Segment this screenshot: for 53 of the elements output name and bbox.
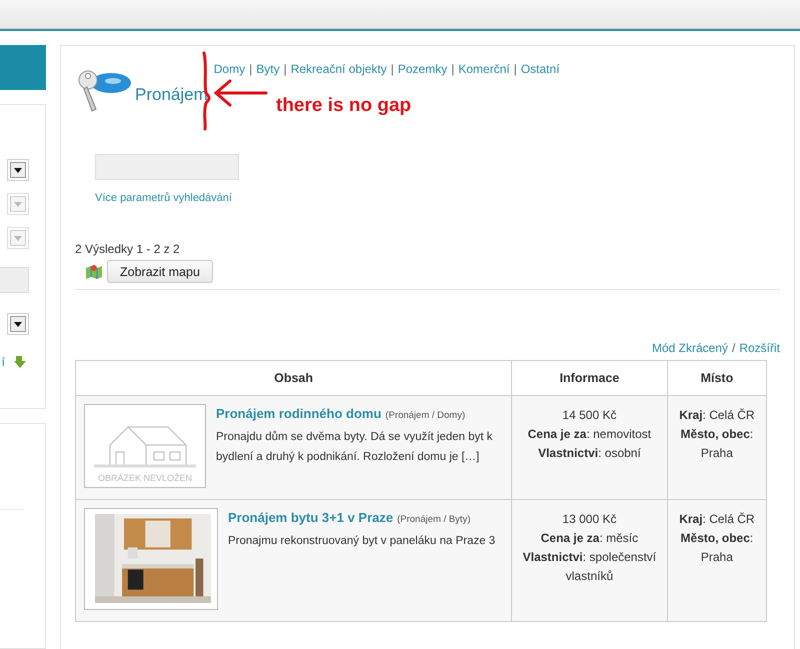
column-header: Informace xyxy=(512,360,668,396)
location-text: Kraj: Celá ČR xyxy=(678,407,756,424)
map-icon xyxy=(85,264,103,280)
input-field[interactable] xyxy=(0,267,29,293)
search-field[interactable] xyxy=(95,154,239,180)
separator: | xyxy=(450,62,456,76)
category-link[interactable]: Domy xyxy=(214,62,246,76)
dropdown[interactable] xyxy=(7,313,29,335)
separator: | xyxy=(512,62,518,76)
sidebar-header xyxy=(0,45,46,90)
location-text: Praha xyxy=(700,445,734,462)
category-link[interactable]: Pozemky xyxy=(398,62,448,76)
caret-icon xyxy=(14,322,22,326)
listing-category: (Pronájem / Domy) xyxy=(385,410,466,421)
info-text: Cena je za: nemovitost xyxy=(526,426,652,443)
category-link[interactable]: Byty xyxy=(256,62,280,76)
column-header: Obsah xyxy=(76,360,512,396)
info-text: Vlastnictvi: společenství vlastníků xyxy=(522,549,658,585)
listing-title-link[interactable]: Pronájem rodinného domu xyxy=(216,406,382,421)
caret-icon xyxy=(14,168,22,172)
location-text: Město, obec: xyxy=(680,426,754,443)
more-parameters-link[interactable]: Více parametrů vyhledávání xyxy=(95,192,232,204)
location-text: Město, obec: xyxy=(680,530,754,547)
section-title: Pronájem xyxy=(135,85,208,105)
caret-icon xyxy=(14,202,22,206)
location-text: Praha xyxy=(700,549,734,566)
info-text: 14 500 Kč xyxy=(561,407,618,424)
separator: | xyxy=(282,62,288,76)
separator: | xyxy=(390,62,395,76)
listing-description: Pronajmu rekonstruovaný byt v paneláku na Praze 3 xyxy=(228,534,496,549)
info-text: Vlastnictvi: osobní xyxy=(537,445,642,462)
results-summary: 2 Výsledky 1 - 2 z 2 xyxy=(75,242,181,256)
separator: / xyxy=(730,341,736,355)
column-header: Místo xyxy=(667,360,766,396)
location-text: Kraj: Celá ČR xyxy=(678,511,756,528)
category-link[interactable]: Komerční xyxy=(458,62,510,76)
show-map-button[interactable]: Zobrazit mapu xyxy=(107,260,213,283)
separator: | xyxy=(248,62,254,76)
listing-title-link[interactable]: Pronájem bytu 3+1 v Praze xyxy=(228,510,394,525)
caret-icon xyxy=(14,236,22,240)
arrow-down-icon[interactable] xyxy=(13,355,27,369)
annotation-text: there is no gap xyxy=(276,95,412,117)
dropdown[interactable] xyxy=(7,159,29,181)
category-link[interactable]: Ostatní xyxy=(520,62,560,76)
category-link[interactable]: Rekreační objekty xyxy=(290,62,387,76)
view-mode-link[interactable]: Mód Zkrácený xyxy=(652,341,728,355)
view-mode-link[interactable]: Rozšířit xyxy=(739,341,780,355)
link[interactable]: í xyxy=(2,355,5,369)
info-text: Cena je za: měsíc xyxy=(540,530,640,547)
placeholder-caption: OBRÁZEK NEVLOŽEN xyxy=(98,473,192,483)
listing-description: Pronajdu dům se dvěma byty. Dá se využít jeden byt k bydlení a druhý k podnikání. Rozložení domu je […] xyxy=(216,430,494,465)
listing-category: (Pronájem / Byty) xyxy=(397,514,470,525)
info-text: 13 000 Kč xyxy=(561,511,618,528)
